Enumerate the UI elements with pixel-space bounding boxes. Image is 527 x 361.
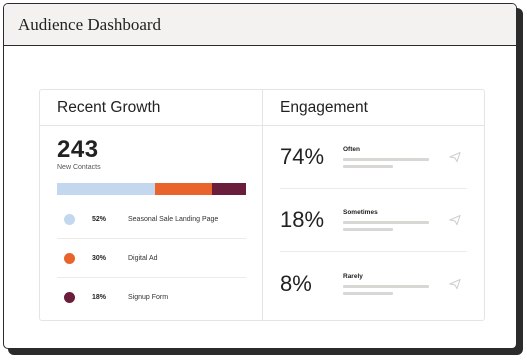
placeholder-line — [343, 291, 393, 295]
legend-percent: 30% — [92, 254, 107, 262]
engagement-label: Sometimes — [343, 209, 378, 216]
engagement-percent: 74% — [280, 144, 325, 169]
new-contacts-label: New Contacts — [57, 164, 101, 171]
recent-growth-panel: Recent Growth 243 New Contacts 52% Seaso… — [40, 90, 263, 320]
window-title: Audience Dashboard — [18, 14, 162, 34]
legend-percent: 52% — [92, 215, 107, 223]
legend-dot — [64, 213, 75, 225]
engagement-row: 8% Rarely — [280, 252, 467, 315]
dashboard-card: Recent Growth 243 New Contacts 52% Seaso… — [39, 89, 485, 321]
recent-growth-heading: Recent Growth — [40, 90, 262, 126]
legend-label: Digital Ad — [128, 254, 158, 262]
engagement-percent: 8% — [280, 270, 312, 296]
legend-label: Signup Form — [128, 294, 169, 301]
placeholder-line — [343, 221, 429, 224]
growth-legend: 52% Seasonal Sale Landing Page 30% Digit… — [57, 200, 246, 317]
engagement-percent: 18% — [280, 207, 325, 232]
legend-label: Seasonal Sale Landing Page — [128, 215, 219, 223]
engagement-heading: Engagement — [263, 90, 484, 126]
new-contacts-count: 243 — [57, 136, 99, 163]
legend-percent: 18% — [92, 294, 107, 301]
legend-item: 30% Digital Ad — [57, 239, 246, 278]
engagement-panel: Engagement 74% Often 18% Sometimes 8% Ra… — [263, 90, 484, 320]
placeholder-line — [343, 165, 393, 168]
send-icon[interactable] — [448, 214, 461, 226]
placeholder-line — [343, 228, 393, 231]
bar-segment-landing-page — [57, 183, 156, 195]
growth-stacked-bar — [57, 183, 246, 195]
engagement-row: 74% Often — [280, 126, 467, 189]
engagement-label: Rarely — [343, 272, 363, 280]
bar-segment-digital-ad — [155, 183, 212, 195]
legend-dot — [64, 252, 75, 264]
send-icon[interactable] — [448, 151, 461, 163]
engagement-row: 18% Sometimes — [280, 189, 467, 252]
placeholder-line — [343, 158, 429, 161]
placeholder-line — [343, 284, 429, 288]
engagement-label: Often — [343, 146, 360, 153]
bar-segment-signup-form — [211, 183, 246, 195]
legend-item: 52% Seasonal Sale Landing Page — [57, 200, 246, 239]
title-bar: Audience Dashboard — [4, 4, 516, 46]
legend-dot — [64, 292, 75, 303]
dashboard-window: Audience Dashboard Recent Growth 243 New… — [3, 3, 517, 349]
send-icon[interactable] — [448, 278, 461, 290]
legend-item: 18% Signup Form — [57, 278, 246, 317]
